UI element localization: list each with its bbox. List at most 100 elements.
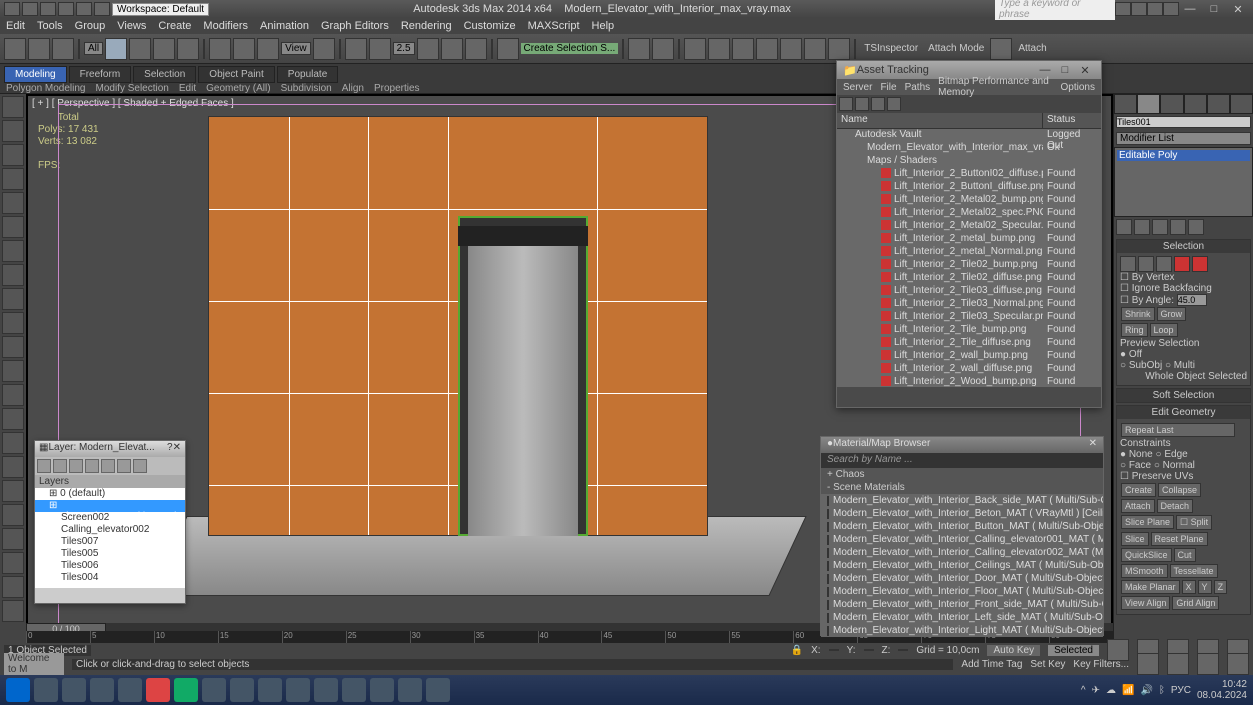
layers-column-header[interactable]: Layers (35, 475, 185, 488)
spinner-snap-button[interactable] (465, 38, 487, 60)
layer-freeze-icon[interactable] (133, 459, 147, 473)
left-tool-20[interactable] (2, 576, 24, 598)
left-tool-8[interactable] (2, 288, 24, 310)
lock-selection-icon[interactable]: 🔒 (791, 645, 803, 656)
app-taskbar-icon-7[interactable] (370, 678, 394, 702)
ribbon-panel-edit[interactable]: Edit (179, 83, 196, 94)
configure-sets-icon[interactable] (1188, 219, 1204, 235)
view-align-button[interactable]: View Align (1121, 596, 1170, 610)
repeat-last-button[interactable]: Repeat Last (1121, 423, 1235, 437)
ribbon-panel-polygon-modeling[interactable]: Polygon Modeling (6, 83, 86, 94)
tessellate-button[interactable]: Tessellate (1170, 564, 1218, 578)
asset-row[interactable]: Modern_Elevator_with_Interior_max_vray.m… (837, 142, 1101, 155)
left-tool-11[interactable] (2, 360, 24, 382)
planar-x[interactable]: X (1182, 580, 1196, 594)
edge-subobj-icon[interactable] (1138, 256, 1154, 272)
asset-row[interactable]: Lift_Interior_2_Tile02_diffuse.pngFound (837, 272, 1101, 285)
app-taskbar-icon-4[interactable] (258, 678, 282, 702)
tray-network-icon[interactable]: 📶 (1122, 685, 1134, 696)
undo-icon[interactable] (76, 2, 92, 16)
ribbon-tab-populate[interactable]: Populate (277, 66, 338, 83)
make-unique-icon[interactable] (1152, 219, 1168, 235)
menu-maxscript[interactable]: MAXScript (528, 20, 580, 32)
preview-subobj-radio[interactable]: ○ SubObj (1120, 360, 1162, 371)
select-region-button[interactable] (153, 38, 175, 60)
app-taskbar-icon-8[interactable] (426, 678, 450, 702)
layer-close-button[interactable]: ✕ (173, 442, 181, 456)
ref-coord-dropdown[interactable]: View (281, 42, 311, 55)
asset-row[interactable]: Lift_Interior_2_wall_bump.pngFound (837, 350, 1101, 363)
layer-add-icon[interactable] (69, 459, 83, 473)
layer-delete-icon[interactable] (53, 459, 67, 473)
snap-toggle[interactable]: 2.5 (393, 42, 415, 55)
menu-graph-editors[interactable]: Graph Editors (321, 20, 389, 32)
start-button[interactable] (6, 678, 30, 702)
asset-menu-bitmap-performance-and-memory[interactable]: Bitmap Performance and Memory (938, 76, 1052, 98)
viewport-nav-zoom-icon[interactable] (1167, 653, 1189, 675)
ribbon-panel-properties[interactable]: Properties (374, 83, 420, 94)
attach-mode-label[interactable]: Attach Mode (924, 43, 988, 54)
redo-icon[interactable] (94, 2, 110, 16)
by-vertex-checkbox[interactable]: ☐ By Vertex (1120, 272, 1247, 283)
left-tool-10[interactable] (2, 336, 24, 358)
modifier-list-dropdown[interactable]: Modifier List (1116, 132, 1251, 145)
asset-row[interactable]: Lift_Interior_2_metal_bump.pngFound (837, 233, 1101, 246)
asset-status-column[interactable]: Status (1043, 113, 1101, 128)
tray-language[interactable]: РУС (1171, 685, 1191, 696)
menu-views[interactable]: Views (117, 20, 146, 32)
menu-create[interactable]: Create (158, 20, 191, 32)
asset-tracking-window[interactable]: 📁 Asset Tracking — □ ✕ ServerFilePathsBi… (836, 60, 1102, 408)
viewport-nav-pan-icon[interactable] (1137, 653, 1159, 675)
material-row[interactable]: Modern_Elevator_with_Interior_Light_MAT … (821, 624, 1103, 637)
app-taskbar-icon-3[interactable] (230, 678, 254, 702)
planar-y[interactable]: Y (1198, 580, 1212, 594)
named-selection-sets-dropdown[interactable]: Create Selection S... (521, 43, 619, 54)
hierarchy-tab[interactable] (1160, 94, 1183, 114)
angle-snap-button[interactable] (417, 38, 439, 60)
left-tool-21[interactable] (2, 600, 24, 622)
taskbar-clock[interactable]: 10:42 08.04.2024 (1197, 679, 1247, 701)
constraint-edge-radio[interactable]: ○ Edge (1156, 449, 1188, 460)
asset-menu-paths[interactable]: Paths (905, 82, 931, 93)
show-end-result-icon[interactable] (1134, 219, 1150, 235)
left-tool-0[interactable] (2, 96, 24, 118)
material-row[interactable]: Modern_Elevator_with_Interior_Floor_MAT … (821, 585, 1103, 598)
by-angle-input[interactable] (1177, 294, 1207, 306)
msmooth-button[interactable]: MSmooth (1121, 564, 1168, 578)
3dsmax-taskbar-icon[interactable] (174, 678, 198, 702)
mirror-button[interactable] (628, 38, 650, 60)
maximize-button[interactable]: □ (1203, 3, 1225, 16)
material-map-browser[interactable]: ● Material/Map Browser ✕ Search by Name … (820, 436, 1104, 636)
comm-center-icon[interactable] (1131, 2, 1147, 16)
key-filters-button[interactable]: Key Filters... (1073, 659, 1129, 670)
percent-snap-button[interactable] (441, 38, 463, 60)
key-mode-dropdown[interactable]: Selected (1048, 645, 1099, 656)
search-icon[interactable] (1115, 2, 1131, 16)
material-row[interactable]: Modern_Elevator_with_Interior_Front_side… (821, 598, 1103, 611)
loop-button[interactable]: Loop (1150, 323, 1178, 337)
layer-row[interactable]: Tiles005 (35, 548, 185, 560)
material-row[interactable]: Modern_Elevator_with_Interior_Left_side_… (821, 611, 1103, 624)
layer-explorer-window[interactable]: ▦ Layer: Modern_Elevat... ? ✕ Layers ⊞ 0… (34, 440, 186, 604)
matbrowser-search-input[interactable]: Search by Name ... (821, 453, 1103, 468)
tray-cloud-icon[interactable]: ☁ (1106, 685, 1116, 696)
left-tool-16[interactable] (2, 480, 24, 502)
left-tool-2[interactable] (2, 144, 24, 166)
menu-animation[interactable]: Animation (260, 20, 309, 32)
help-icon[interactable] (1163, 2, 1179, 16)
window-crossing-button[interactable] (177, 38, 199, 60)
asset-row[interactable]: Lift_Interior_2_metal_Normal.pngFound (837, 246, 1101, 259)
menu-help[interactable]: Help (592, 20, 615, 32)
explorer-icon[interactable] (34, 678, 58, 702)
tray-bluetooth-icon[interactable]: ᛒ (1159, 685, 1165, 696)
detach-button[interactable]: Detach (1157, 499, 1194, 513)
left-tool-4[interactable] (2, 192, 24, 214)
chrome-icon[interactable] (118, 678, 142, 702)
tray-telegram-icon[interactable]: ✈ (1092, 685, 1100, 696)
border-subobj-icon[interactable] (1156, 256, 1172, 272)
ribbon-tab-object paint[interactable]: Object Paint (198, 66, 274, 83)
constraint-normal-radio[interactable]: ○ Normal (1154, 460, 1195, 471)
photoshop-icon[interactable] (202, 678, 226, 702)
preview-off-radio[interactable]: ● Off (1120, 349, 1247, 360)
select-object-button[interactable] (105, 38, 127, 60)
